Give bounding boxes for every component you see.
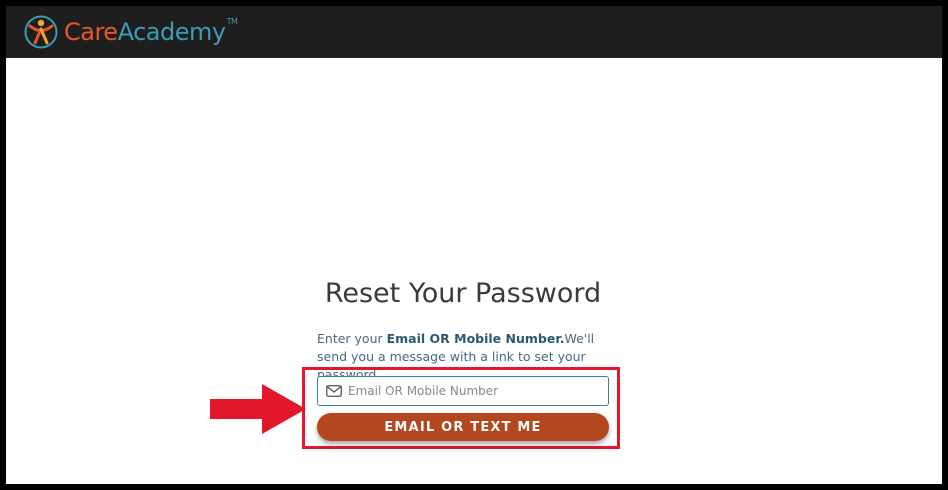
page-frame: CareAcademyTM Reset Your Password Enter … xyxy=(6,6,942,484)
email-or-mobile-input[interactable] xyxy=(348,384,598,398)
careacademy-logo[interactable]: CareAcademyTM xyxy=(24,14,238,50)
instructions-prefix: Enter your xyxy=(317,331,387,346)
logo-wordmark: CareAcademyTM xyxy=(64,17,238,46)
logo-figure-icon xyxy=(24,15,58,49)
mail-icon xyxy=(326,385,342,397)
logo-trademark: TM xyxy=(226,17,238,26)
logo-care-text: Care xyxy=(64,18,118,46)
arrow-right-icon xyxy=(210,384,306,434)
email-or-text-me-button[interactable]: EMAIL OR TEXT ME xyxy=(317,413,609,441)
top-bar: CareAcademyTM xyxy=(6,6,942,58)
logo-academy-text: Academy xyxy=(117,18,226,46)
page-title: Reset Your Password xyxy=(324,278,602,309)
instructions-bold: Email OR Mobile Number. xyxy=(386,331,565,346)
email-field-wrapper[interactable] xyxy=(317,376,609,406)
